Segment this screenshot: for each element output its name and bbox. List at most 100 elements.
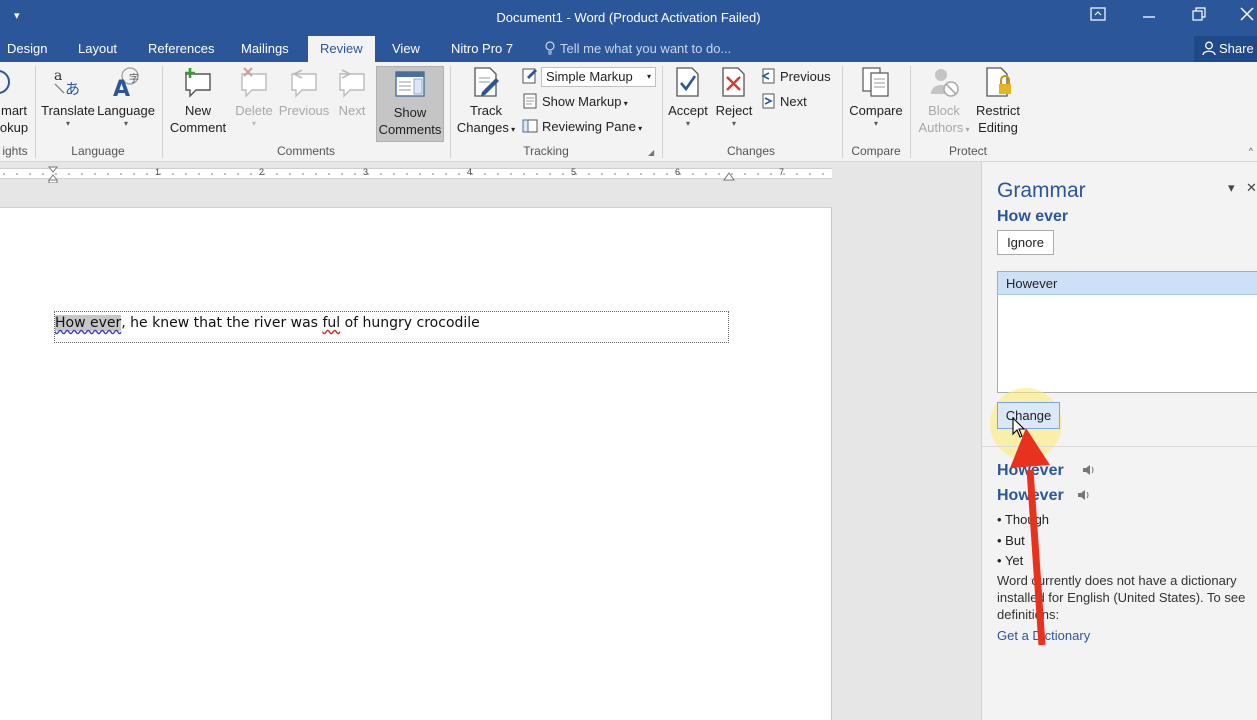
group-separator [162,66,163,158]
new-comment-button[interactable]: New Comment [166,66,230,136]
chevron-down-icon: ▾ [731,119,736,128]
previous-label: Previous [278,103,330,118]
get-dictionary-link[interactable]: Get a Dictionary [997,628,1090,643]
share-button[interactable]: Share [1194,36,1257,62]
chevron-down-icon: ▾ [873,119,878,128]
definition-word: However [997,462,1064,479]
right-indent-marker-icon[interactable] [723,171,735,181]
ruler-tick [562,173,564,175]
collapse-ribbon-icon[interactable]: ^ [1249,146,1253,156]
next-change-label: Next [780,94,807,109]
next-comment-button[interactable]: Next [332,66,372,119]
restrict-editing-label-1: Restrict [975,103,1021,118]
ruler-tick [497,173,499,175]
restrict-editing-icon [986,67,1011,97]
indent-marker-icon[interactable] [47,165,59,183]
ruler-tick [757,173,759,175]
ruler-tick [770,173,772,175]
translate-button[interactable]: aあ Translate ▾ [40,66,96,128]
tab-review[interactable]: Review [308,36,375,62]
dialog-launcher-icon[interactable]: ◢ [648,148,654,157]
ruler-number: 2 [259,167,265,177]
ignore-button[interactable]: Ignore [997,230,1054,255]
chevron-down-icon: ▾ [646,72,651,81]
ruler-number: 6 [675,167,681,177]
document-page[interactable]: How ever, he knew that the river was ful… [0,207,832,720]
tell-me-box[interactable]: Tell me what you want to do... [544,36,731,62]
ruler-tick [822,173,824,175]
display-for-review-dropdown[interactable]: Simple Markup ▾ [541,67,656,87]
minimize-icon[interactable] [1142,7,1156,24]
previous-comment-button[interactable]: Previous [278,66,330,119]
tab-mailings[interactable]: Mailings [241,36,289,62]
share-label: Share [1219,41,1254,56]
new-comment-label-1: New [184,103,211,118]
tab-view[interactable]: View [392,36,420,62]
close-icon[interactable] [1240,7,1254,24]
speaker-icon[interactable] [1082,464,1096,479]
show-comments-label-1: Show [393,105,427,120]
pane-options-icon[interactable]: ▾ [1228,180,1235,196]
change-button[interactable]: Change [997,402,1060,429]
ruler-tick [380,173,382,175]
new-comment-icon [185,68,211,98]
accept-button[interactable]: Accept ▾ [666,66,710,128]
tab-layout[interactable]: Layout [78,36,117,62]
show-comments-label-2: Comments [378,122,442,137]
ruler-number: 4 [467,167,473,177]
compare-button[interactable]: Compare ▾ [846,66,906,128]
suggestion-item[interactable]: However [998,272,1257,295]
ribbon-display-options-icon[interactable] [1090,7,1106,24]
language-button[interactable]: A字 Language ▾ [96,66,156,128]
show-comments-icon [395,71,425,97]
tab-nitro-pro[interactable]: Nitro Pro 7 [451,36,513,62]
previous-change-button[interactable]: Previous [760,67,831,87]
display-for-review-icon [522,67,542,87]
track-changes-label-2: Changes [456,120,509,135]
ruler-tick [445,173,447,175]
document-paragraph[interactable]: How ever, he knew that the river was ful… [55,315,480,331]
ruler-tick [341,173,343,175]
chevron-down-icon: ▾ [685,119,690,128]
ruler-number: 3 [363,167,369,177]
synonym-text: Though [1004,512,1050,527]
speaker-icon[interactable] [1077,489,1091,504]
synonym-text: Yet [1004,553,1024,568]
smart-lookup-button[interactable]: mart okup [0,66,34,136]
synonym-item[interactable]: • Though [997,512,1049,527]
reject-button[interactable]: Reject ▾ [712,66,756,128]
track-changes-button[interactable]: Track Changes ▾ [454,66,518,138]
compare-icon [862,67,889,97]
spelling-error-text[interactable]: ful [322,315,340,331]
grammar-pane: Grammar ▾ ✕ How ever Ignore However Chan… [981,162,1257,720]
previous-change-icon [761,68,775,84]
restrict-editing-button[interactable]: Restrict Editing [972,66,1024,136]
delete-comment-button[interactable]: Delete ▾ [232,66,276,128]
tab-design[interactable]: Design [7,36,47,62]
tab-references[interactable]: References [148,36,214,62]
reviewing-pane-label: Reviewing Pane [542,119,636,134]
insights-group-label: ights [2,144,28,158]
ruler-tick [302,173,304,175]
chevron-down-icon: ▾ [123,119,128,128]
ruler-tick [107,173,109,175]
previous-change-label: Previous [780,69,831,84]
selected-error-text[interactable]: How ever [55,315,122,331]
block-authors-button[interactable]: Block Authors ▾ [914,66,974,138]
word-window: ▾ Document1 - Word (Product Activation F… [0,0,1257,720]
pane-close-icon[interactable]: ✕ [1246,180,1257,196]
suggestion-list[interactable]: However [997,271,1257,393]
compare-group-label: Compare [851,144,901,158]
reviewing-pane-button[interactable]: Reviewing Pane ▾ [522,117,642,139]
definition-word: However [997,487,1064,504]
synonym-item[interactable]: • Yet [997,553,1023,568]
next-change-button[interactable]: Next [760,92,807,112]
ruler-tick [419,173,421,175]
group-separator [910,66,911,158]
ruler-tick [94,173,96,175]
synonym-item[interactable]: • But [997,533,1025,548]
restore-icon[interactable] [1192,7,1206,24]
horizontal-ruler[interactable]: 1 2 3 4 5 6 7 [0,165,832,183]
show-markup-button[interactable]: Show Markup ▾ [522,92,628,114]
tracking-group-label: Tracking [523,144,569,158]
